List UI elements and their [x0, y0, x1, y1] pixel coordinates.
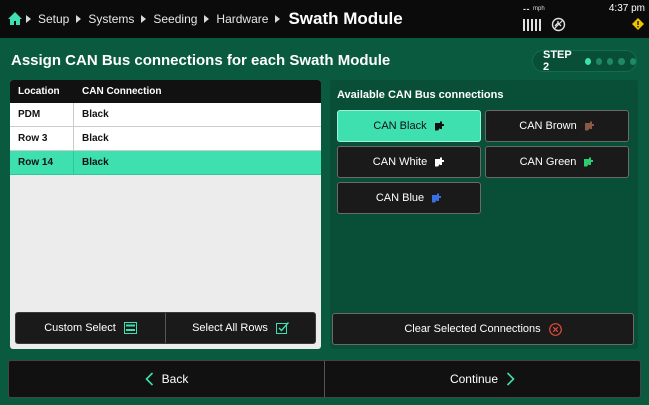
- can-connections-panel: Available CAN Bus connections CAN Black …: [330, 80, 638, 349]
- warning-icon[interactable]: [632, 18, 644, 30]
- table-row[interactable]: Row 3 Black: [10, 127, 321, 151]
- speed-unit: mph: [533, 6, 545, 12]
- column-header-location: Location: [18, 86, 60, 97]
- can-blue-button[interactable]: CAN Blue: [337, 182, 481, 214]
- can-black-button[interactable]: CAN Black: [337, 110, 481, 142]
- custom-select-button[interactable]: Custom Select: [16, 313, 166, 343]
- step-indicator: STEP 2: [532, 49, 637, 73]
- chevron-right-icon: [26, 15, 31, 23]
- breadcrumb-hardware[interactable]: Hardware: [216, 12, 268, 26]
- instruction-heading: Assign CAN Bus connections for each Swat…: [11, 52, 391, 69]
- plug-icon: [584, 121, 594, 131]
- step-dot: [618, 57, 625, 65]
- step-dot: [595, 57, 603, 65]
- continue-button[interactable]: Continue: [325, 361, 640, 397]
- can-black-label: CAN Black: [373, 120, 427, 132]
- can-connections-title: Available CAN Bus connections: [337, 89, 504, 101]
- bottom-navigation: Back Continue: [8, 360, 641, 398]
- step-dot: [607, 57, 614, 65]
- home-icon[interactable]: [7, 11, 23, 26]
- breadcrumb-systems[interactable]: Systems: [88, 12, 134, 26]
- select-all-rows-button[interactable]: Select All Rows: [166, 313, 315, 343]
- can-blue-label: CAN Blue: [375, 192, 425, 204]
- can-brown-button[interactable]: CAN Brown: [485, 110, 629, 142]
- breadcrumb: Setup Systems Seeding Hardware Swath Mod…: [26, 0, 403, 38]
- can-green-button[interactable]: CAN Green: [485, 146, 629, 178]
- can-green-label: CAN Green: [519, 156, 577, 168]
- custom-select-icon: [123, 322, 137, 334]
- step-dot-active: [584, 57, 591, 65]
- can-brown-label: CAN Brown: [519, 120, 577, 132]
- page-title: Swath Module: [288, 9, 403, 28]
- row-location: Row 14: [10, 151, 74, 174]
- column-header-can-connection: CAN Connection: [82, 86, 162, 97]
- plug-icon: [432, 193, 442, 203]
- table-row-selected[interactable]: Row 14 Black: [10, 151, 321, 175]
- table-row[interactable]: PDM Black: [10, 103, 321, 127]
- speed-value: --: [523, 4, 530, 14]
- continue-label: Continue: [449, 372, 499, 386]
- chevron-right-icon: [76, 15, 82, 23]
- plug-icon: [584, 157, 594, 167]
- close-circle-icon: [548, 322, 562, 336]
- clear-selected-label: Clear Selected Connections: [404, 323, 541, 335]
- checkbox-check-icon: [275, 322, 289, 334]
- chevron-right-icon: [506, 372, 515, 386]
- step-label: STEP 2: [543, 49, 572, 73]
- table-actions: Custom Select Select All Rows: [15, 312, 316, 344]
- satellite-icon[interactable]: [551, 17, 566, 32]
- chevron-right-icon: [141, 15, 147, 23]
- top-bar: Setup Systems Seeding Hardware Swath Mod…: [0, 0, 649, 38]
- plug-icon: [435, 157, 445, 167]
- back-label: Back: [161, 372, 189, 386]
- chevron-left-icon: [145, 372, 153, 386]
- row-location: Row 3: [10, 127, 74, 150]
- speed-readout: -- mph: [523, 4, 545, 14]
- chevron-right-icon: [275, 15, 281, 23]
- breadcrumb-setup[interactable]: Setup: [38, 12, 69, 26]
- plug-icon: [434, 121, 444, 131]
- can-white-button[interactable]: CAN White: [337, 146, 481, 178]
- step-dot: [629, 57, 636, 65]
- clock: 4:37 pm: [608, 3, 645, 14]
- chevron-right-icon: [204, 15, 210, 23]
- row-connection: Black: [82, 109, 109, 120]
- table-header: Location CAN Connection: [10, 80, 321, 103]
- select-all-rows-label: Select All Rows: [192, 322, 268, 334]
- row-location: PDM: [10, 103, 74, 126]
- custom-select-label: Custom Select: [44, 322, 116, 334]
- swath-module-table-panel: Location CAN Connection PDM Black Row 3 …: [10, 80, 321, 349]
- can-white-label: CAN White: [372, 156, 428, 168]
- row-connection: Black: [82, 133, 109, 144]
- signal-bars-icon: [523, 19, 541, 31]
- row-connection: Black: [82, 157, 109, 168]
- breadcrumb-seeding[interactable]: Seeding: [153, 12, 197, 26]
- back-button[interactable]: Back: [9, 361, 325, 397]
- clear-selected-connections-button[interactable]: Clear Selected Connections: [332, 313, 634, 345]
